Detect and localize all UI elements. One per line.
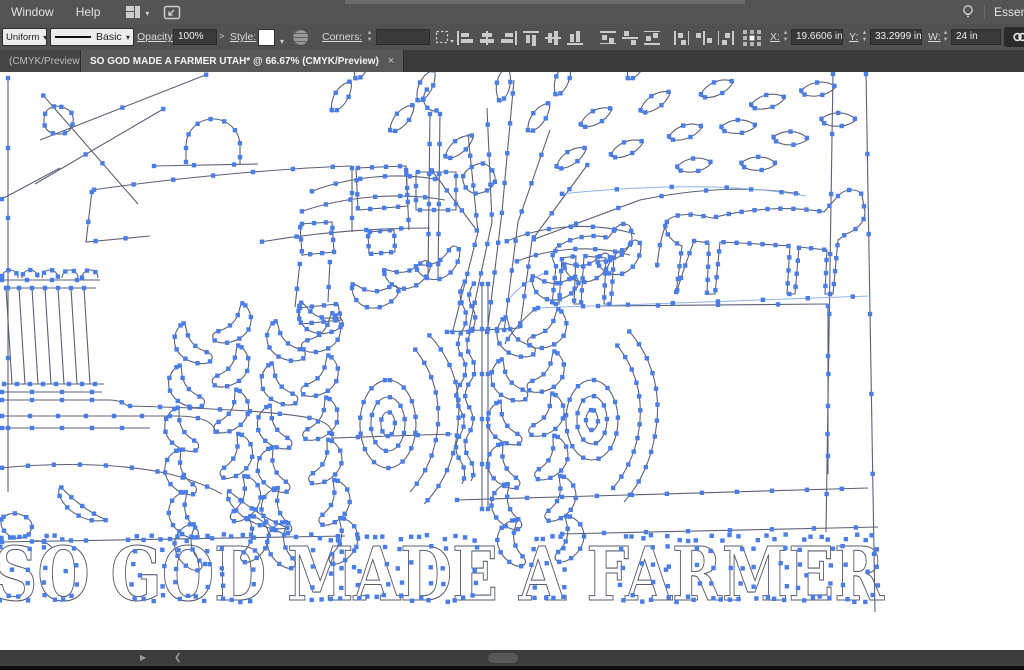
chevron-down-icon[interactable] [280,31,284,49]
share-screen-button[interactable] [163,5,181,20]
align-left-button[interactable] [455,29,475,46]
distribute-horizontal-center-icon [695,30,713,46]
x-input[interactable]: 19.6606 in [791,29,843,45]
corners-stepper[interactable] [365,29,374,43]
w-stepper[interactable] [941,29,950,43]
opacity-menu-arrow-icon[interactable] [219,31,224,41]
y-input[interactable]: 33.2999 in [870,29,922,45]
align-top-icon [522,30,540,46]
style-label[interactable]: Style: [230,31,256,43]
x-stepper[interactable] [781,29,790,43]
discover-lightbulb-icon[interactable] [961,4,975,20]
tab-label: SO GOD MADE A FARMER UTAH* @ 66.67% (CMY… [90,56,379,67]
document-tab-bar: (CMYK/Preview) × SO GOD MADE A FARMER UT… [0,50,1024,72]
select-similar-icon [435,30,455,45]
align-horizontal-center-button[interactable] [477,29,497,46]
corners-input[interactable] [376,29,430,45]
link-chain-icon [1012,31,1024,43]
tab-document-active[interactable]: SO GOD MADE A FARMER UTAH* @ 66.67% (CMY… [81,50,404,72]
workspace-name-label[interactable]: Essen [994,5,1024,19]
distribute-top-button[interactable] [598,29,618,46]
reference-point-button[interactable] [740,29,764,46]
globe-icon [292,29,309,46]
highlighted-selection-paths[interactable] [508,187,870,308]
chevron-down-icon [43,31,47,43]
window-bottom-edge [0,666,1024,670]
align-right-icon [500,30,518,46]
illustrator-window: { "menubar": { "items": [ {"label": "Win… [0,0,1024,670]
selected-vector-paths[interactable] [0,72,878,612]
close-icon[interactable]: × [388,55,394,67]
distribute-bottom-icon [643,30,661,46]
stroke-preview-icon [55,36,91,38]
opacity-input[interactable]: 100% [173,29,217,45]
tab-document-inactive[interactable]: (CMYK/Preview) × [0,50,81,72]
brush-definition-dropdown[interactable]: Basic [50,28,134,46]
x-label[interactable]: X: [770,31,780,43]
vector-artwork[interactable]: SO GOD MADE A FARMER [0,72,1024,650]
previous-artboard-icon[interactable] [174,652,182,663]
align-bottom-icon [566,30,584,46]
variable-width-value: Uniform [6,32,39,43]
chevron-down-icon [126,31,130,43]
align-bottom-button[interactable] [565,29,585,46]
w-input[interactable]: 24 in [951,29,1001,45]
align-vertical-center-button[interactable] [543,29,563,46]
y-stepper[interactable] [860,29,869,43]
distribute-top-icon [599,30,617,46]
distribute-bottom-button[interactable] [642,29,662,46]
distribute-right-button[interactable] [716,29,736,46]
reference-point-icon [742,29,762,47]
opacity-label[interactable]: Opacity: [137,31,176,43]
share-screen-icon [163,5,181,20]
distribute-right-icon [717,30,735,46]
distribute-left-icon [673,30,691,46]
next-artboard-icon[interactable] [140,653,146,662]
align-top-button[interactable] [521,29,541,46]
w-label[interactable]: W: [928,31,941,43]
artboard-canvas[interactable]: SO GOD MADE A FARMER [0,72,1024,650]
corners-label[interactable]: Corners: [322,31,362,43]
align-vertical-center-icon [544,30,562,46]
distribute-left-button[interactable] [672,29,692,46]
distribute-vertical-center-button[interactable] [620,29,640,46]
window-edge-highlight [345,0,745,4]
chevron-down-icon [145,3,149,21]
distribute-horizontal-center-button[interactable] [694,29,714,46]
graphic-style-swatch[interactable] [258,29,275,46]
recolor-artwork-button[interactable] [290,29,310,46]
constrain-link-button[interactable] [1007,27,1024,47]
brush-value: Basic [96,31,122,43]
align-left-icon [456,30,474,46]
scrollbar-thumb[interactable] [488,653,518,663]
distribute-vertical-center-icon [621,30,639,46]
variable-width-profile-dropdown[interactable]: Uniform [2,28,47,46]
y-label[interactable]: Y: [849,31,858,43]
menu-help[interactable]: Help [65,0,112,24]
align-right-button[interactable] [499,29,519,46]
workspace-grid-icon [125,5,141,19]
divider [984,5,985,19]
select-similar-button[interactable] [433,29,457,46]
menu-window[interactable]: Window [0,0,65,24]
artwork-headline-text[interactable]: SO GOD MADE A FARMER [0,532,884,618]
horizontal-scrollbar[interactable] [0,650,1024,666]
control-bar: Uniform Basic Opacity: 100% Style: Corne… [0,24,1024,51]
tab-label: (CMYK/Preview) [9,56,81,67]
align-horizontal-center-icon [478,30,496,46]
workspace-switcher-button[interactable] [125,3,149,21]
